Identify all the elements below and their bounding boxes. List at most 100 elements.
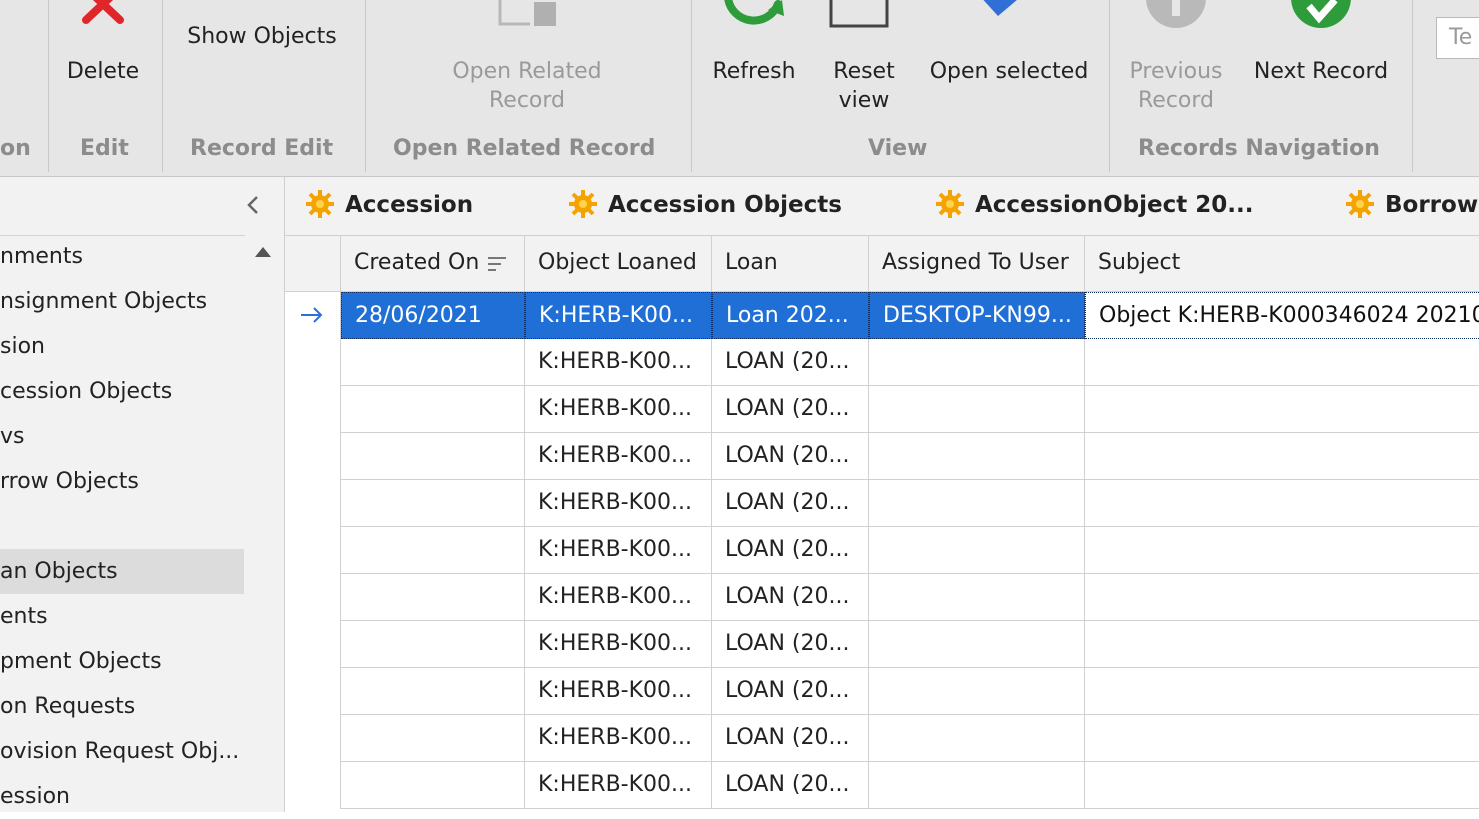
cell-subject[interactable] [1085,715,1479,762]
row-indicator[interactable] [285,339,341,386]
table-row[interactable]: K:HERB-K00... LOAN (20... [285,621,1479,668]
cell-loan[interactable]: LOAN (20... [712,386,869,433]
tab-accession[interactable]: Accession [305,177,555,235]
sidebar-item-accession-objects[interactable]: cession Objects [0,369,244,414]
cell-loan[interactable]: Loan 202... [712,292,869,339]
tab-accession-objects[interactable]: Accession Objects [568,177,898,235]
table-row[interactable]: K:HERB-K00... LOAN (20... [285,762,1479,809]
cell-object-loaned[interactable]: K:HERB-K00... [525,715,712,762]
row-indicator[interactable] [285,433,341,480]
cell-loan[interactable]: LOAN (20... [712,433,869,480]
table-row[interactable]: 28/06/2021 K:HERB-K00... Loan 202... DES… [285,292,1479,339]
sidebar-item-provision-request-objects[interactable]: ovision Request Obj... [0,729,244,774]
sidebar-item-consignments[interactable]: nments [0,234,244,279]
cell-object-loaned[interactable]: K:HERB-K00... [525,762,712,809]
open-selected-button[interactable]: Open selected [924,0,1094,100]
cell-subject[interactable] [1085,668,1479,715]
row-indicator[interactable] [285,386,341,433]
row-indicator[interactable] [285,292,341,339]
table-row[interactable]: K:HERB-K00... LOAN (20... [285,339,1479,386]
sidebar-item-provision-requests[interactable]: on Requests [0,684,244,729]
search-input[interactable]: Te [1436,17,1479,59]
sidebar-item-borrow-objects[interactable]: rrow Objects [0,459,244,504]
cell-created-on[interactable] [341,339,525,386]
sidebar-item-consignment-objects[interactable]: nsignment Objects [0,279,244,324]
table-row[interactable]: K:HERB-K00... LOAN (20... [285,668,1479,715]
row-indicator[interactable] [285,668,341,715]
cell-assigned-to-user[interactable] [869,339,1085,386]
cell-loan[interactable]: LOAN (20... [712,715,869,762]
cell-subject[interactable] [1085,574,1479,621]
cell-created-on[interactable] [341,762,525,809]
cell-loan[interactable]: LOAN (20... [712,621,869,668]
row-indicator[interactable] [285,480,341,527]
cell-assigned-to-user[interactable]: DESKTOP-KN99... [869,292,1085,339]
cell-assigned-to-user[interactable] [869,480,1085,527]
cell-object-loaned[interactable]: K:HERB-K00... [525,668,712,715]
cell-object-loaned[interactable]: K:HERB-K00... [525,527,712,574]
table-row[interactable]: K:HERB-K00... LOAN (20... [285,480,1479,527]
cell-loan[interactable]: LOAN (20... [712,574,869,621]
cell-loan[interactable]: LOAN (20... [712,527,869,574]
cell-subject[interactable]: Object K:HERB-K000346024 20210628 [1085,292,1479,339]
sidebar-item-shipment-objects[interactable]: pment Objects [0,639,244,684]
cell-object-loaned[interactable]: K:HERB-K00... [525,480,712,527]
cell-created-on[interactable] [341,621,525,668]
sidebar-item-loans[interactable] [0,504,244,549]
cell-assigned-to-user[interactable] [869,668,1085,715]
cell-subject[interactable] [1085,527,1479,574]
cell-created-on[interactable] [341,433,525,480]
cell-loan[interactable]: LOAN (20... [712,480,869,527]
table-row[interactable]: K:HERB-K00... LOAN (20... [285,386,1479,433]
cell-created-on[interactable] [341,480,525,527]
table-row[interactable]: K:HERB-K00... LOAN (20... [285,715,1479,762]
row-indicator[interactable] [285,527,341,574]
cell-loan[interactable]: LOAN (20... [712,668,869,715]
cell-object-loaned[interactable]: K:HERB-K00... [525,292,712,339]
delete-button[interactable]: Delete [58,0,148,100]
cell-created-on[interactable] [341,527,525,574]
cell-assigned-to-user[interactable] [869,574,1085,621]
sidebar-item-shipments[interactable]: ents [0,594,244,639]
column-header-object-loaned[interactable]: Object Loaned [525,236,712,292]
cell-subject[interactable] [1085,386,1479,433]
row-indicator[interactable] [285,715,341,762]
cell-subject[interactable] [1085,339,1479,386]
cell-loan[interactable]: LOAN (20... [712,762,869,809]
tab-borrows[interactable]: Borrows [1345,177,1479,235]
cell-created-on[interactable]: 28/06/2021 [341,292,525,339]
column-header-subject[interactable]: Subject [1085,236,1479,292]
sidebar-item-loan-objects[interactable]: an Objects [0,549,244,594]
cell-subject[interactable] [1085,433,1479,480]
column-header-created-on[interactable]: Created On [341,236,525,292]
table-row[interactable]: K:HERB-K00... LOAN (20... [285,433,1479,480]
show-objects-button[interactable]: Show Objects [176,22,348,56]
cell-subject[interactable] [1085,480,1479,527]
cell-assigned-to-user[interactable] [869,386,1085,433]
reset-view-button[interactable]: Reset view [818,0,910,120]
row-indicator[interactable] [285,574,341,621]
table-row[interactable]: K:HERB-K00... LOAN (20... [285,574,1479,621]
next-record-button[interactable]: Next Record [1246,0,1396,100]
cell-object-loaned[interactable]: K:HERB-K00... [525,433,712,480]
column-header-assigned-to-user[interactable]: Assigned To User [869,236,1085,292]
cell-created-on[interactable] [341,386,525,433]
tab-accession-object-2021[interactable]: AccessionObject 20... [935,177,1315,235]
cell-object-loaned[interactable]: K:HERB-K00... [525,574,712,621]
collapse-sidebar-button[interactable] [244,191,262,219]
sort-icon[interactable] [487,255,507,273]
scroll-up-button[interactable] [254,244,272,263]
column-header-loan[interactable]: Loan [712,236,869,292]
cell-assigned-to-user[interactable] [869,621,1085,668]
refresh-button[interactable]: Refresh [705,0,803,100]
sidebar-item-deaccession[interactable]: ession [0,774,244,819]
cell-assigned-to-user[interactable] [869,433,1085,480]
row-indicator-header[interactable] [285,236,341,292]
cell-created-on[interactable] [341,668,525,715]
cell-object-loaned[interactable]: K:HERB-K00... [525,339,712,386]
cell-created-on[interactable] [341,574,525,621]
sidebar-item-borrows[interactable]: vs [0,414,244,459]
sidebar-item-accession[interactable]: sion [0,324,244,369]
cell-subject[interactable] [1085,621,1479,668]
row-indicator[interactable] [285,621,341,668]
